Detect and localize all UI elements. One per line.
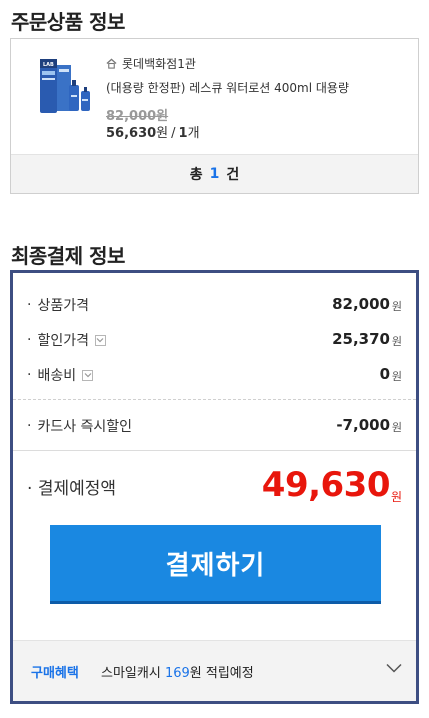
payment-section-title: 최종결제 정보 [11, 244, 125, 268]
row-product-price: · 상품가격 82,000 원 [27, 295, 402, 314]
row-discount: · 할인가격 25,370 원 [27, 330, 402, 349]
purchase-benefit-bar[interactable]: 구매혜택 스마일캐시 169원 적립예정 [13, 640, 416, 701]
benefit-points: 169 [164, 666, 190, 681]
quantity-unit: 개 [187, 126, 200, 141]
store-label: 롯데백화점1관 [122, 57, 196, 71]
row-label: 카드사 즉시할인 [37, 419, 133, 435]
final-amount-label: · 결제예정액 [27, 479, 117, 499]
final-amount-unit: 원 [390, 490, 402, 504]
row-value: 25,370 [332, 330, 390, 348]
row-label: 상품가격 [37, 298, 89, 314]
row-value: 82,000 [332, 295, 390, 313]
payment-summary-box: · 상품가격 82,000 원 · 할인가격 25,370 원 · 배송비 0 원 ·… [10, 270, 419, 704]
quantity-value: 1 [178, 126, 188, 141]
sale-price-unit: 원 [156, 126, 169, 141]
row-label: 배송비 [37, 368, 77, 384]
row-label: 할인가격 [37, 333, 89, 349]
product-image[interactable]: LAB [29, 51, 97, 117]
chevron-down-icon[interactable] [386, 663, 402, 673]
store-name[interactable]: 롯데백화점1관 [106, 55, 196, 72]
svg-text:LAB: LAB [43, 62, 54, 68]
row-unit: 원 [391, 300, 402, 313]
home-icon [106, 58, 117, 69]
pay-button[interactable]: 결제하기 [50, 525, 381, 604]
divider [13, 450, 416, 451]
row-value: -7,000 [336, 416, 390, 434]
total-suffix: 건 [226, 167, 240, 183]
row-card-discount: · 카드사 즉시할인 -7,000 원 [27, 416, 402, 435]
row-unit: 원 [391, 370, 402, 383]
order-total-bar: 총 1 건 [11, 154, 418, 193]
row-unit: 원 [391, 421, 402, 434]
divider [13, 399, 416, 400]
sale-price: 56,630원/1개 [106, 126, 200, 141]
final-amount-value: 49,630 [261, 465, 391, 505]
sale-price-value: 56,630 [106, 126, 157, 141]
benefit-label: 구매혜택 [31, 666, 79, 681]
total-prefix: 총 [189, 167, 203, 183]
benefit-text: 스마일캐시 169원 적립예정 [101, 666, 254, 681]
chevron-down-icon [97, 338, 104, 343]
product-name[interactable]: (대용량 한정판) 레스큐 워터로션 400ml 대용량 [106, 79, 349, 96]
total-count: 1 [209, 166, 220, 182]
row-value: 0 [379, 365, 390, 383]
discount-expand-toggle[interactable] [94, 334, 106, 346]
order-product-box: LAB 롯데백화점1관 (대용량 한정판) 레스큐 워터로션 400ml 대용량… [10, 38, 419, 194]
shipping-expand-toggle[interactable] [82, 369, 94, 381]
row-shipping: · 배송비 0 원 [27, 365, 402, 384]
chevron-down-icon [84, 373, 92, 378]
row-unit: 원 [391, 335, 402, 348]
order-section-title: 주문상품 정보 [11, 10, 125, 34]
